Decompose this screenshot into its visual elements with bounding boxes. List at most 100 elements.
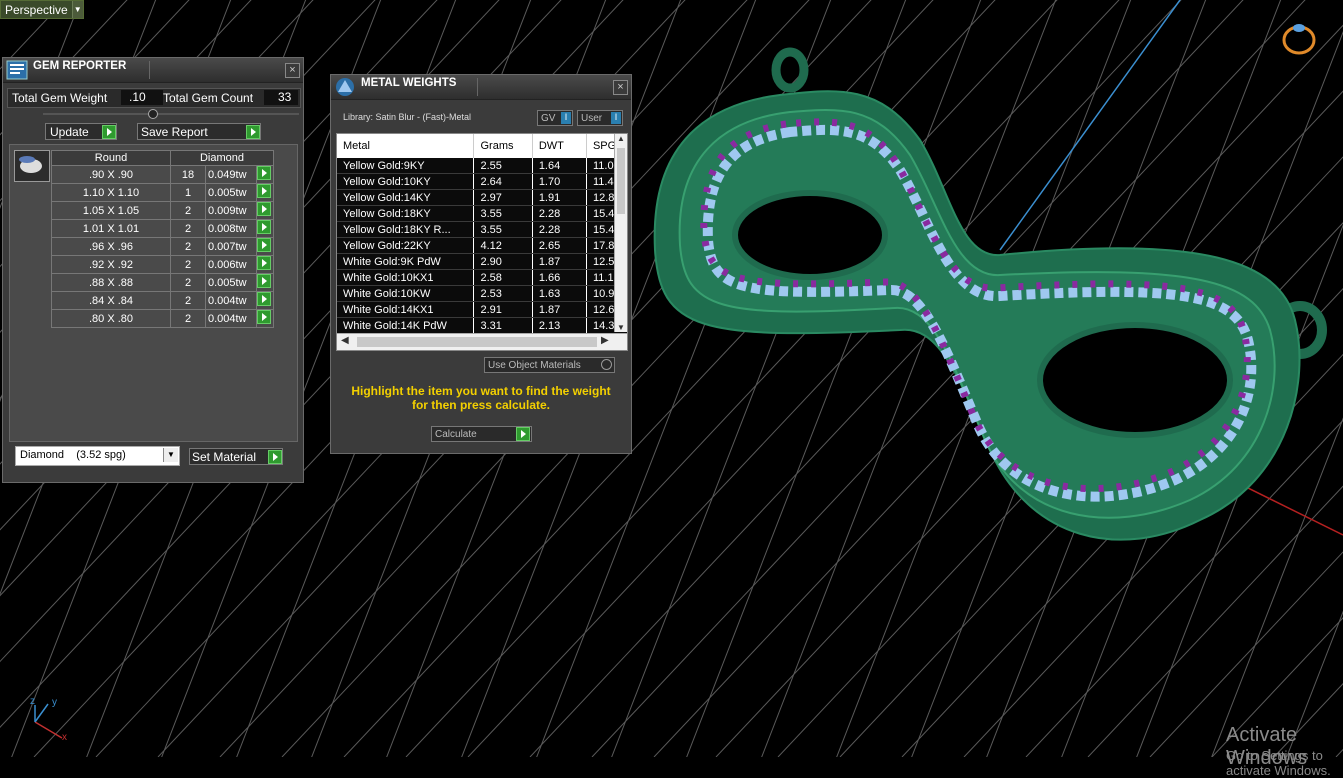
metal-row[interactable]: White Gold:14K PdW 3.31 2.13 14.37: [337, 317, 627, 334]
gem-row[interactable]: .84 X .84 2 0.004tw: [51, 291, 274, 310]
gem-row[interactable]: 1.10 X 1.10 1 0.005tw: [51, 183, 274, 202]
gem-reporter-titlebar[interactable]: GEM REPORTER ×: [3, 58, 303, 83]
metal-weights-title: METAL WEIGHTS: [361, 77, 457, 89]
metal-row[interactable]: Yellow Gold:14KY 2.97 1.91 12.88: [337, 189, 627, 206]
metal-row[interactable]: Yellow Gold:18KY 3.55 2.28 15.41: [337, 205, 627, 222]
metal-cell: Yellow Gold:22KY: [337, 237, 475, 254]
metal-row[interactable]: Yellow Gold:10KY 2.64 1.70 11.43: [337, 173, 627, 190]
gem-row[interactable]: .90 X .90 18 0.049tw: [51, 165, 274, 184]
metal-table: Metal Grams DWT SPG Yellow Gold:9KY 2.55 1…: [337, 134, 627, 334]
play-icon[interactable]: [257, 184, 271, 198]
infinity-pendant[interactable]: [653, 47, 1327, 541]
metal-cell: 2.90: [473, 253, 533, 270]
update-button[interactable]: Update: [45, 123, 117, 140]
use-object-materials-toggle[interactable]: Use Object Materials: [484, 357, 615, 373]
scroll-right-icon[interactable]: ▶: [601, 335, 609, 346]
gem-reporter-panel: GEM REPORTER × Total Gem Weight .10 Tota…: [2, 57, 304, 483]
dwt-column-header[interactable]: DWT: [532, 134, 587, 158]
metal-cell: 1.87: [532, 301, 587, 318]
play-icon[interactable]: [257, 202, 271, 216]
metal-cell: 1.91: [532, 189, 587, 206]
set-material-button[interactable]: Set Material: [189, 448, 283, 465]
calculate-button[interactable]: Calculate: [431, 426, 532, 442]
scroll-up-icon[interactable]: ▲: [617, 134, 625, 143]
chevron-down-icon[interactable]: ▼: [71, 1, 83, 18]
gem-size: 1.05 X 1.05: [51, 201, 171, 220]
gem-weight: 0.004tw: [205, 309, 257, 328]
metal-weights-titlebar[interactable]: METAL WEIGHTS ×: [331, 75, 631, 100]
save-report-button[interactable]: Save Report: [137, 123, 261, 140]
material-select-value: Diamond (3.52 spg): [20, 449, 126, 461]
metal-cell: 3.55: [473, 221, 533, 238]
gv-toggle[interactable]: GV I: [537, 110, 573, 126]
play-icon: [246, 124, 260, 139]
gem-size: .84 X .84: [51, 291, 171, 310]
axis-gizmo: x y z: [30, 696, 67, 743]
user-toggle[interactable]: User I: [577, 110, 623, 126]
gem-reporter-icon: [6, 60, 28, 80]
round-gem-icon[interactable]: [14, 150, 50, 182]
gem-weight: 0.049tw: [205, 165, 257, 184]
close-icon[interactable]: ×: [613, 80, 628, 95]
scrollbar-thumb[interactable]: [617, 148, 625, 214]
metal-cell: 2.55: [473, 158, 533, 174]
gem-size: .92 X .92: [51, 255, 171, 274]
metal-row[interactable]: Yellow Gold:18KY R... 3.55 2.28 15.41: [337, 221, 627, 238]
metal-cell: Yellow Gold:18KY: [337, 205, 475, 222]
chevron-down-icon[interactable]: ▼: [163, 448, 178, 462]
play-icon[interactable]: [257, 166, 271, 180]
play-icon[interactable]: [257, 310, 271, 324]
gem-row[interactable]: .92 X .92 2 0.006tw: [51, 255, 274, 274]
scroll-down-icon[interactable]: ▼: [617, 323, 625, 332]
metal-cell: White Gold:10KX1: [337, 269, 475, 286]
set-material-button-label: Set Material: [192, 449, 257, 464]
gem-row[interactable]: .96 X .96 2 0.007tw: [51, 237, 274, 256]
play-icon[interactable]: [257, 220, 271, 234]
metal-row[interactable]: Yellow Gold:22KY 4.12 2.65 17.85: [337, 237, 627, 254]
gem-weight: 0.007tw: [205, 237, 257, 256]
metal-row[interactable]: White Gold:14KX1 2.91 1.87 12.61: [337, 301, 627, 318]
metal-cell: Yellow Gold:10KY: [337, 173, 475, 190]
gem-count: 2: [170, 273, 206, 292]
vertical-scrollbar[interactable]: ▲ ▼: [614, 134, 627, 332]
gem-row[interactable]: .80 X .80 2 0.004tw: [51, 309, 274, 328]
gem-table: Round Diamond .90 X .90 18 0.049tw 1.10 X 1…: [51, 150, 274, 328]
play-icon[interactable]: [257, 256, 271, 270]
metal-cell: White Gold:9K PdW: [337, 253, 475, 270]
viewport-mode-selector[interactable]: Perspective ▼: [0, 0, 84, 19]
metal-cell: 1.70: [532, 173, 587, 190]
play-icon[interactable]: [257, 274, 271, 288]
play-icon[interactable]: [257, 292, 271, 306]
gem-count: 2: [170, 255, 206, 274]
metal-cell: 1.64: [532, 158, 587, 174]
metal-cell: 1.87: [532, 253, 587, 270]
gem-row[interactable]: 1.05 X 1.05 2 0.009tw: [51, 201, 274, 220]
gem-weight: 0.009tw: [205, 201, 257, 220]
gem-size: .88 X .88: [51, 273, 171, 292]
library-label: Library: Satin Blur - (Fast)-Metal: [343, 112, 472, 122]
metal-row[interactable]: Yellow Gold:9KY 2.55 1.64 11.08: [337, 158, 627, 174]
gem-weight: 0.008tw: [205, 219, 257, 238]
metal-cell: 2.97: [473, 189, 533, 206]
calculate-button-label: Calculate: [435, 428, 477, 440]
metal-row[interactable]: White Gold:9K PdW 2.90 1.87 12.59: [337, 253, 627, 270]
metal-column-header[interactable]: Metal: [337, 134, 475, 158]
use-object-materials-label: Use Object Materials: [488, 359, 581, 371]
play-icon[interactable]: [257, 238, 271, 252]
metal-row[interactable]: White Gold:10KX1 2.58 1.66 11.18: [337, 269, 627, 286]
metal-row[interactable]: White Gold:10KW 2.53 1.63 10.99: [337, 285, 627, 302]
save-report-button-label: Save Report: [141, 124, 208, 139]
hscrollbar-thumb[interactable]: [357, 337, 597, 347]
gem-weight: 0.004tw: [205, 291, 257, 310]
ring-icon[interactable]: [1282, 24, 1316, 55]
close-icon[interactable]: ×: [285, 63, 300, 78]
grams-column-header[interactable]: Grams: [473, 134, 533, 158]
collapse-handle[interactable]: [148, 109, 158, 119]
scale-icon: [336, 78, 354, 96]
horizontal-scrollbar[interactable]: ◀ ▶: [337, 333, 627, 350]
material-select[interactable]: Diamond (3.52 spg) ▼: [15, 446, 180, 466]
gem-count: 2: [170, 219, 206, 238]
gem-row[interactable]: .88 X .88 2 0.005tw: [51, 273, 274, 292]
scroll-left-icon[interactable]: ◀: [341, 335, 349, 346]
gem-row[interactable]: 1.01 X 1.01 2 0.008tw: [51, 219, 274, 238]
